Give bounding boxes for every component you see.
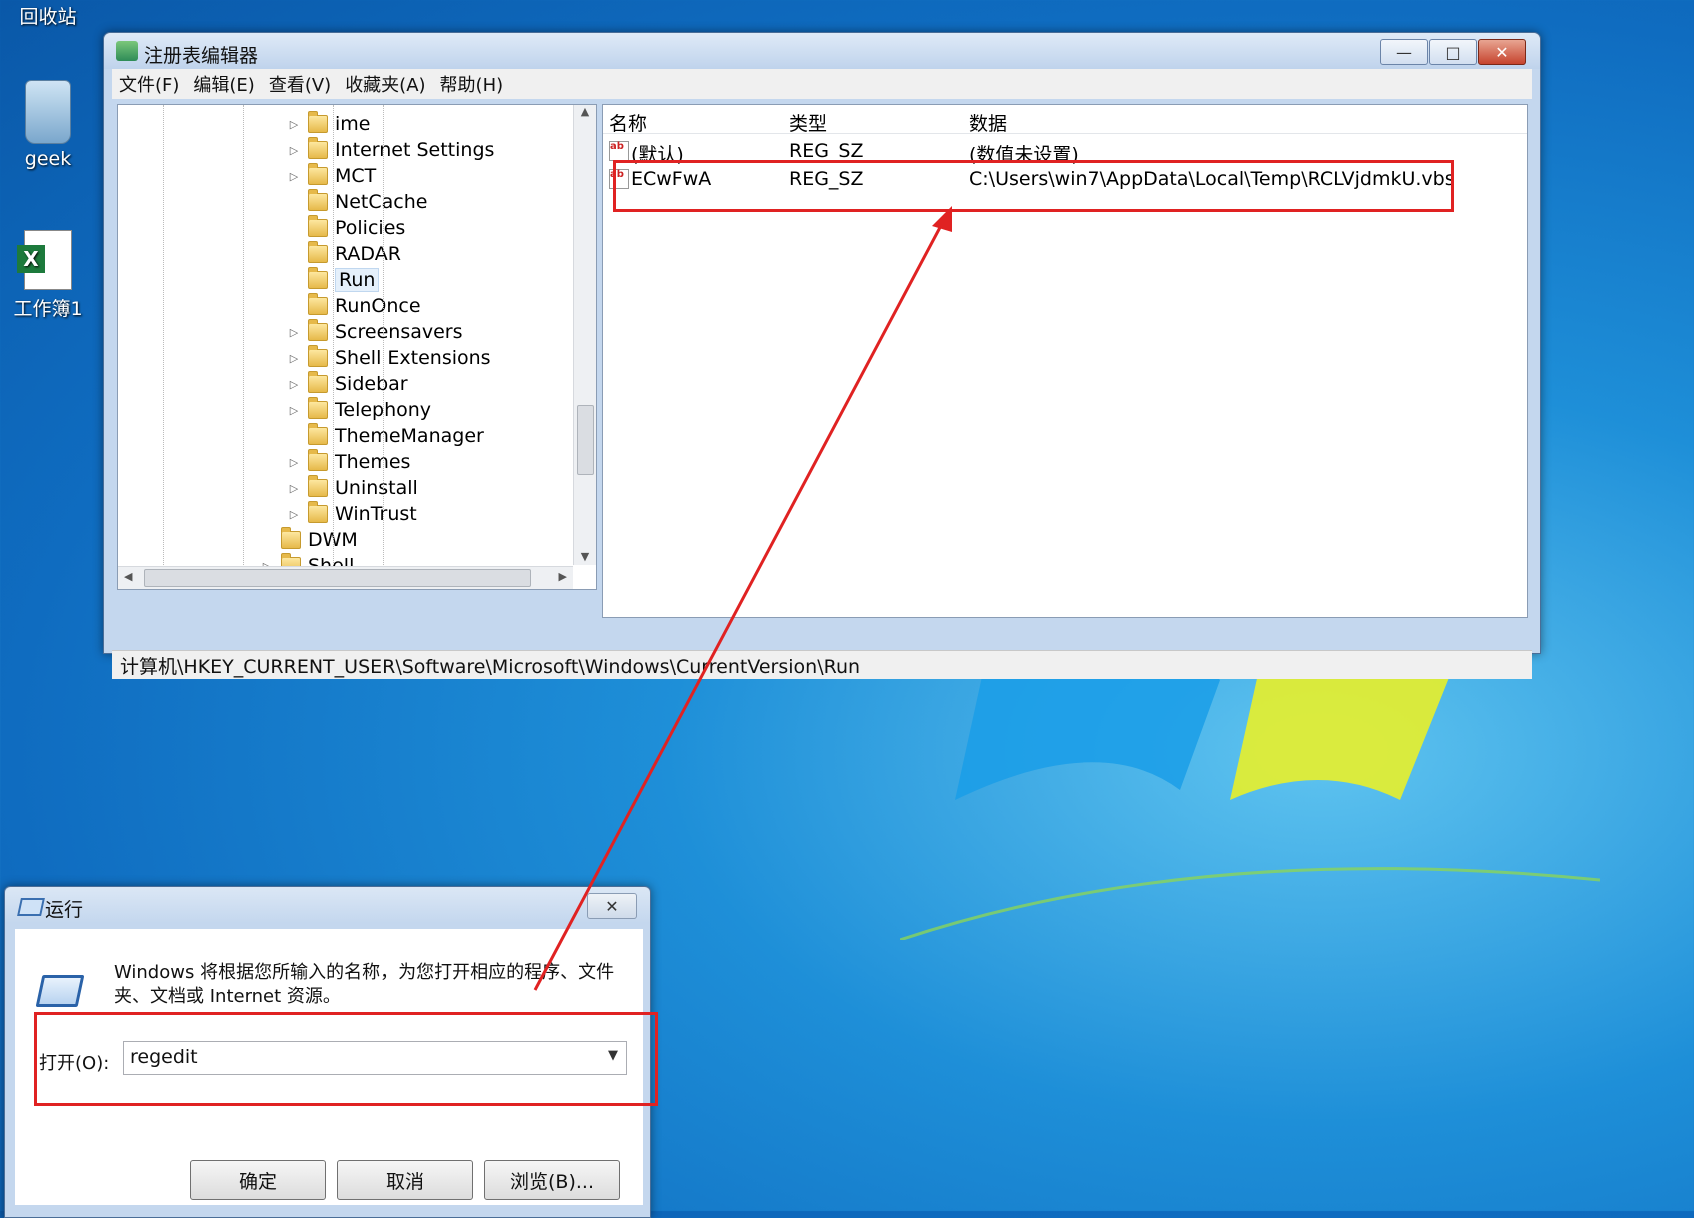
- annotation-arrow: [533, 206, 952, 991]
